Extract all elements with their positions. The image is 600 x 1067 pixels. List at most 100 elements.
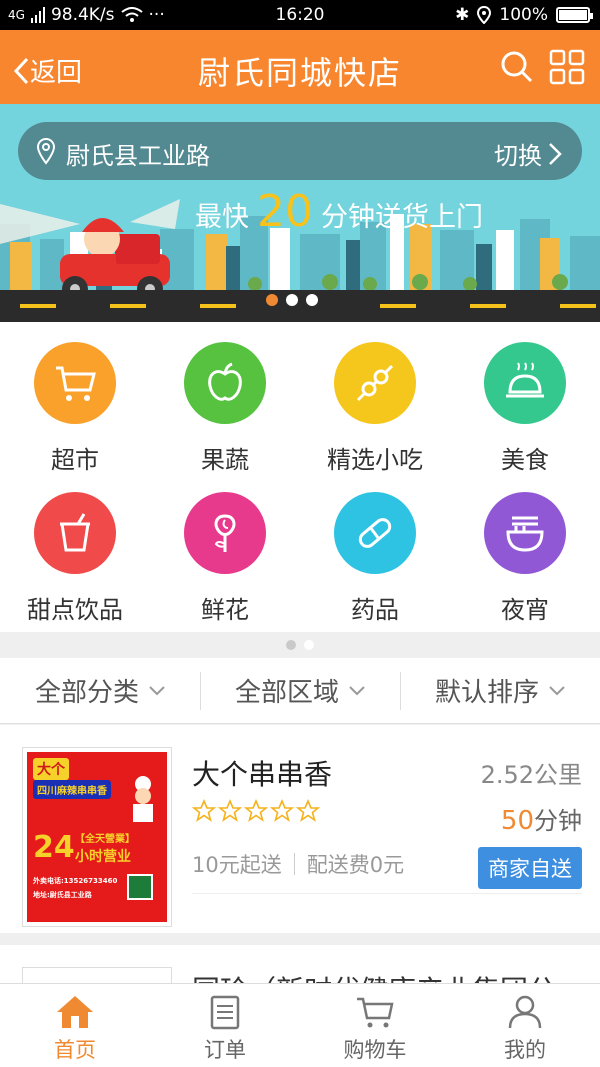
category-pager-dot-1[interactable] bbox=[286, 640, 296, 650]
star-icon bbox=[244, 799, 268, 822]
category-label: 鲜花 bbox=[201, 596, 249, 624]
category-supermarket[interactable]: 超市 bbox=[0, 342, 150, 475]
category-icon-circle bbox=[184, 492, 266, 574]
switch-label: 切换 bbox=[494, 142, 542, 170]
tab-label: 首页 bbox=[54, 1038, 96, 1062]
category-icon-circle bbox=[34, 342, 116, 424]
category-grid: 超市 果蔬 精选小吃 美食 甜点饮品 鲜花 药品 夜宵 bbox=[0, 322, 600, 632]
star-icon bbox=[192, 799, 216, 822]
banner-pager bbox=[266, 294, 318, 306]
search-icon bbox=[501, 51, 533, 83]
poster-top-text: 大个 bbox=[33, 758, 69, 780]
location-pin-icon bbox=[36, 137, 56, 165]
delivery-time-number: 50 bbox=[500, 806, 534, 836]
category-label: 药品 bbox=[351, 596, 399, 624]
delivery-type-badge: 商家自送 bbox=[478, 847, 582, 889]
shop-meta: 10元起送 配送费0元 bbox=[192, 849, 404, 879]
tab-orders[interactable]: 订单 bbox=[150, 984, 300, 1067]
category-flowers[interactable]: 鲜花 bbox=[150, 492, 300, 625]
category-icon-circle bbox=[184, 342, 266, 424]
shop-name: 大个串串香 bbox=[192, 758, 333, 791]
category-medicine[interactable]: 药品 bbox=[300, 492, 450, 625]
location-bar[interactable]: 尉氏县工业路 切换 bbox=[18, 122, 582, 180]
switch-location-button[interactable]: 切换 bbox=[494, 136, 562, 171]
filter-bar: 全部分类 全部区域 默认排序 bbox=[0, 658, 600, 724]
tab-label: 购物车 bbox=[343, 1038, 407, 1062]
bottom-tab-bar: 首页 订单 购物车 我的 bbox=[0, 983, 600, 1067]
category-pager-dot-2[interactable] bbox=[304, 640, 314, 650]
skewer-icon bbox=[356, 364, 394, 402]
tab-label: 我的 bbox=[504, 1038, 546, 1062]
category-late-night[interactable]: 夜宵 bbox=[450, 492, 600, 625]
category-icon-circle bbox=[484, 492, 566, 574]
current-address: 尉氏县工业路 bbox=[66, 142, 210, 170]
shop-distance: 2.52公里 bbox=[480, 761, 582, 789]
dish-icon bbox=[506, 362, 544, 398]
chevron-down-icon bbox=[549, 685, 565, 695]
category-label: 精选小吃 bbox=[327, 446, 423, 474]
rose-icon bbox=[214, 514, 236, 552]
status-bar: 4G 98.4K/s ··· 16:20 ✱ 100% bbox=[0, 0, 600, 30]
cart-icon bbox=[56, 366, 96, 401]
shop-thumbnail: 大个 四川麻辣串串香 24 【全天營業】 小时营业 外卖电话:135267334… bbox=[22, 747, 172, 927]
home-icon bbox=[57, 996, 93, 1028]
order-icon bbox=[210, 995, 240, 1030]
drink-icon bbox=[60, 513, 90, 552]
delivery-fee: 配送费0元 bbox=[306, 853, 405, 877]
poster-line1: 四川麻辣串串香 bbox=[33, 780, 111, 799]
tab-home[interactable]: 首页 bbox=[0, 984, 150, 1067]
filter-sort-dropdown[interactable]: 默认排序 bbox=[400, 658, 600, 723]
poster-hours-num: 24 bbox=[33, 830, 75, 865]
slogan-prefix: 最快 bbox=[195, 202, 249, 233]
chevron-down-icon bbox=[149, 685, 165, 695]
banner-slogan: 最快 20 分钟送货上门 bbox=[195, 186, 483, 237]
chevron-down-icon bbox=[349, 685, 365, 695]
filter-category-dropdown[interactable]: 全部分类 bbox=[0, 658, 200, 723]
min-order: 10元起送 bbox=[192, 853, 282, 877]
star-icon bbox=[270, 799, 294, 822]
search-button[interactable] bbox=[498, 48, 536, 86]
category-desserts-drinks[interactable]: 甜点饮品 bbox=[0, 492, 150, 625]
cart-icon bbox=[357, 997, 394, 1028]
category-label: 甜点饮品 bbox=[27, 596, 123, 624]
chevron-right-icon bbox=[549, 142, 562, 165]
star-icon bbox=[296, 799, 320, 822]
category-label: 果蔬 bbox=[201, 446, 249, 474]
category-food[interactable]: 美食 bbox=[450, 342, 600, 475]
filter-label: 全部区域 bbox=[234, 678, 339, 708]
shop-list-item[interactable]: 国珍（新时代健康产业集团公 bbox=[0, 945, 600, 985]
meta-divider bbox=[293, 853, 295, 875]
tab-profile[interactable]: 我的 bbox=[450, 984, 600, 1067]
noodle-icon bbox=[506, 516, 544, 552]
category-label: 夜宵 bbox=[501, 596, 549, 624]
pager-dot-2[interactable] bbox=[286, 294, 298, 306]
filter-area-dropdown[interactable]: 全部区域 bbox=[200, 658, 400, 723]
grid-menu-button[interactable] bbox=[548, 48, 586, 86]
category-snacks[interactable]: 精选小吃 bbox=[300, 342, 450, 475]
filter-label: 默认排序 bbox=[434, 678, 539, 708]
filter-label: 全部分类 bbox=[34, 678, 139, 708]
grid-icon bbox=[549, 49, 585, 85]
category-label: 美食 bbox=[501, 446, 549, 474]
shop-poster: 大个 四川麻辣串串香 24 【全天營業】 小时营业 外卖电话:135267334… bbox=[27, 752, 167, 922]
category-label: 超市 bbox=[51, 446, 99, 474]
pager-dot-1[interactable] bbox=[266, 294, 278, 306]
tab-label: 订单 bbox=[204, 1038, 246, 1062]
shop-list-item[interactable]: 大个 四川麻辣串串香 24 【全天營業】 小时营业 外卖电话:135267334… bbox=[0, 725, 600, 933]
poster-qr-code bbox=[127, 874, 153, 900]
pager-dot-3[interactable] bbox=[306, 294, 318, 306]
promo-banner[interactable]: 尉氏县工业路 切换 最快 20 分钟送货上门 bbox=[0, 104, 600, 322]
category-produce[interactable]: 果蔬 bbox=[150, 342, 300, 475]
poster-hours-tag: 【全天營業】 bbox=[75, 834, 135, 845]
chef-illustration bbox=[133, 776, 153, 822]
category-pager bbox=[0, 632, 600, 658]
category-icon-circle bbox=[334, 342, 416, 424]
divider bbox=[192, 893, 582, 894]
pill-icon bbox=[358, 518, 392, 548]
battery-percent: 100% bbox=[499, 5, 548, 25]
category-icon-circle bbox=[34, 492, 116, 574]
location-icon bbox=[477, 6, 492, 24]
user-icon bbox=[508, 995, 542, 1029]
tab-cart[interactable]: 购物车 bbox=[300, 984, 450, 1067]
category-icon-circle bbox=[484, 342, 566, 424]
